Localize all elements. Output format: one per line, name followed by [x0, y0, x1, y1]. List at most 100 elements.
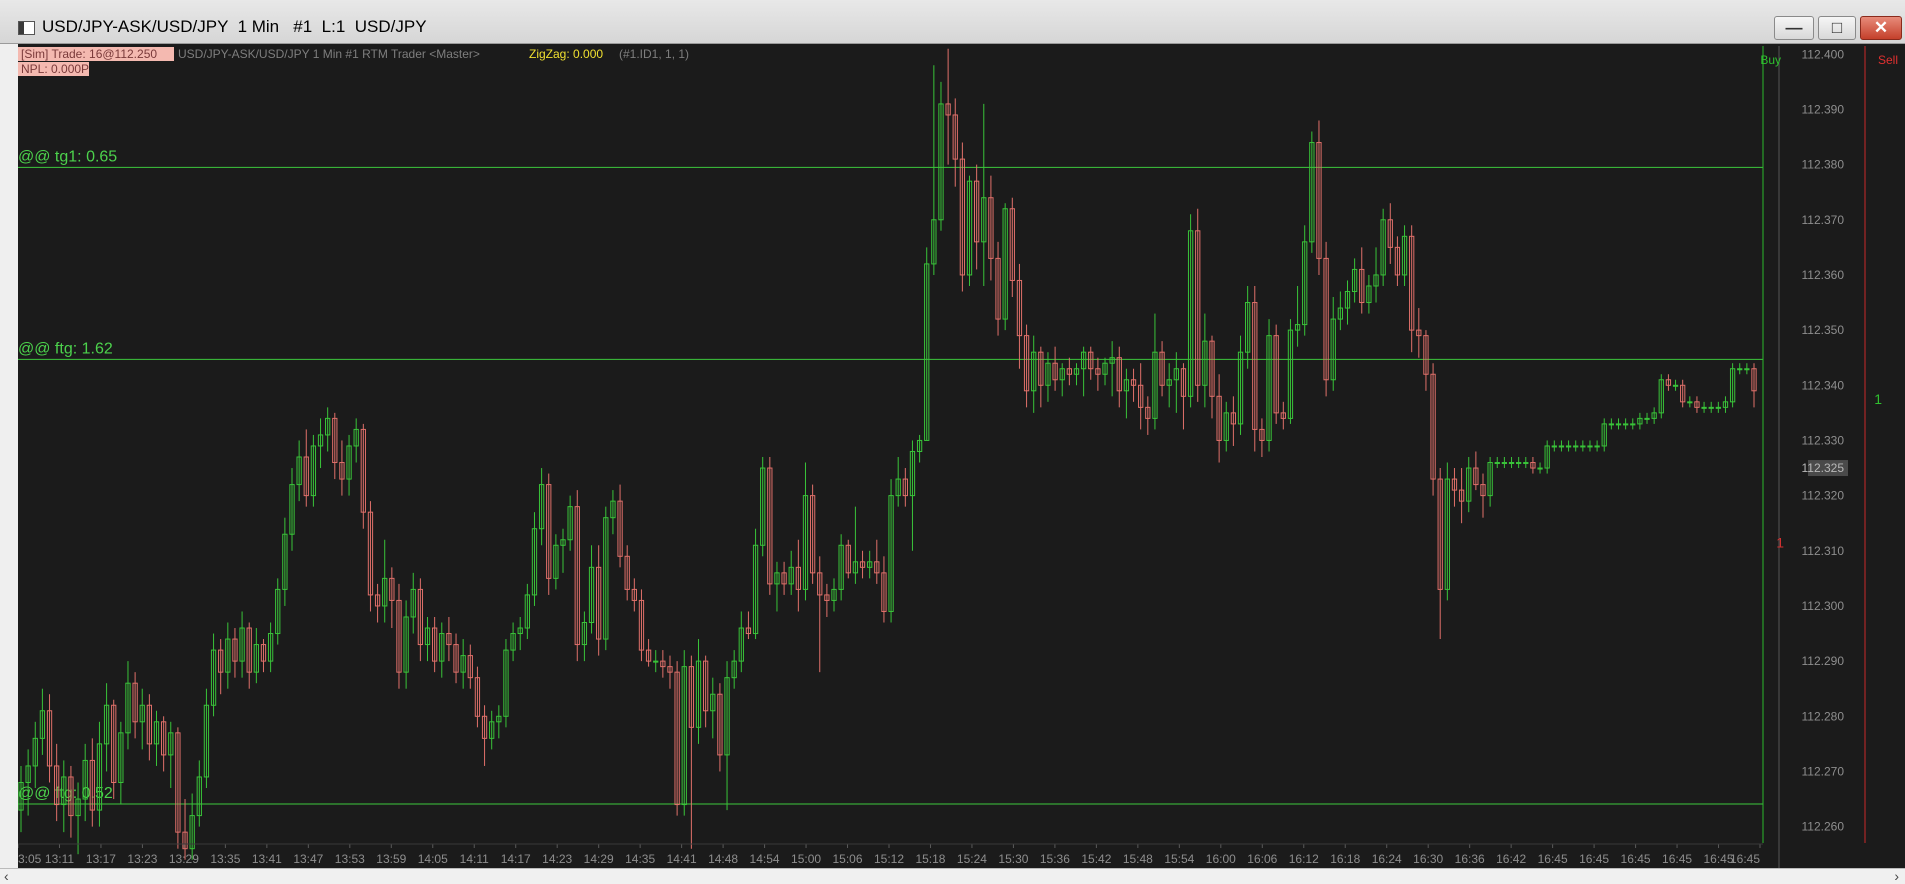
- candle-body: [1630, 423, 1636, 426]
- time-tick-label: 15:48: [1123, 852, 1153, 866]
- indicator-params: (#1.ID1, 1, 1): [619, 47, 689, 61]
- candle-body: [1615, 423, 1622, 426]
- time-tick-label: 15:36: [1040, 852, 1070, 866]
- price-axis: 112.400 112.390 112.380 112.370 112.360 112.3…: [1802, 47, 1848, 834]
- candle-body: [1501, 462, 1508, 465]
- candle-body: [1587, 445, 1593, 448]
- minimize-button[interactable]: —: [1774, 16, 1814, 40]
- zigzag-indicator: ZigZag: 0.000: [529, 47, 603, 61]
- candle-body: [1715, 406, 1721, 409]
- time-tick-label: 14:17: [501, 852, 531, 866]
- time-tick-label: 16:42: [1496, 852, 1526, 866]
- candle-body: [1523, 462, 1529, 465]
- close-icon: ✕: [1873, 18, 1889, 37]
- candle-body: [653, 660, 659, 663]
- candle-body: [1744, 368, 1750, 371]
- candle-body: [1551, 445, 1557, 448]
- price-tick-label: 112.280: [1802, 709, 1845, 723]
- time-tick-label: 13:17: [86, 852, 116, 866]
- time-tick-label: 15:12: [874, 852, 904, 866]
- window-titlebar: USD/JPY-ASK/USD/JPY 1 Min #1 L:1 USD/JPY…: [0, 0, 1905, 44]
- time-tick-label: 14:05: [418, 852, 448, 866]
- candle-body: [1672, 384, 1679, 387]
- time-tick-label: 16:12: [1289, 852, 1319, 866]
- buy-quantity[interactable]: 1: [1874, 391, 1882, 407]
- npl-text: NPL: 0.000P: [21, 62, 89, 76]
- candle-body: [1708, 406, 1714, 409]
- price-tick-label: 112.290: [1802, 654, 1845, 668]
- time-tick-label: 14:23: [542, 852, 572, 866]
- price-tick-label: 112.300: [1802, 599, 1845, 613]
- candle-body: [1508, 462, 1515, 465]
- time-tick-label: 13:59: [376, 852, 406, 866]
- candle-body: [1573, 445, 1579, 448]
- scroll-right-icon[interactable]: ›: [1894, 868, 1899, 884]
- time-tick-label: 16:45: [1621, 852, 1651, 866]
- time-tick-label: 15:06: [833, 852, 863, 866]
- sell-quantity[interactable]: 1: [1776, 535, 1784, 551]
- sim-trade-text: [Sim] Trade: 16@112.250: [21, 47, 157, 61]
- time-tick-label: 16:45: [1538, 852, 1568, 866]
- candle-body: [1687, 401, 1693, 404]
- time-tick-label: 13:41: [252, 852, 282, 866]
- time-tick-label: 16:45: [1730, 852, 1760, 866]
- time-tick-label: 16:30: [1413, 852, 1443, 866]
- level-label: @@ ftg: 1.62: [18, 340, 113, 357]
- price-tick-label: 112.390: [1802, 102, 1845, 116]
- time-tick-label: 14:54: [750, 852, 780, 866]
- price-tick-label: 112.270: [1802, 764, 1845, 778]
- price-chart[interactable]: @@ tg1: 0.65 @@ ftg: 1.62 @@ ftg: 0.52 Buy…: [17, 46, 1905, 868]
- chart-window-icon: [18, 21, 35, 35]
- candle-body: [1537, 467, 1543, 470]
- horizontal-scrollbar[interactable]: ‹ ›: [0, 868, 1905, 884]
- price-tick-label: 112.360: [1802, 268, 1845, 282]
- candle-body: [1594, 445, 1600, 448]
- time-tick-label: 13:53: [335, 852, 365, 866]
- time-tick-label: 15:18: [915, 852, 945, 866]
- price-tick-label: 112.260: [1802, 820, 1845, 834]
- time-tick-label: 16:24: [1372, 852, 1402, 866]
- price-tick-label: 112.400: [1802, 47, 1845, 61]
- time-tick-label: 15:42: [1081, 852, 1111, 866]
- maximize-icon: □: [1831, 18, 1843, 37]
- candle-body: [1580, 445, 1586, 448]
- level-label: @@ tg1: 0.65: [18, 148, 117, 165]
- buy-label[interactable]: Buy: [1760, 53, 1781, 67]
- candle-body: [1737, 368, 1743, 371]
- candle-body: [1494, 462, 1500, 465]
- candle-body: [1622, 423, 1629, 426]
- time-tick-label: 16:18: [1330, 852, 1360, 866]
- time-tick-label: 13:23: [127, 852, 157, 866]
- time-tick-label: 15:24: [957, 852, 987, 866]
- time-tick-label: 14:41: [667, 852, 697, 866]
- price-tick-label: 112.340: [1802, 378, 1845, 392]
- price-tick-label: 112.370: [1802, 213, 1845, 227]
- price-tick-label: 112.320: [1802, 489, 1845, 503]
- scroll-left-icon[interactable]: ‹: [4, 868, 9, 884]
- time-tick-label: 13:35: [210, 852, 240, 866]
- sell-label[interactable]: Sell: [1878, 53, 1898, 67]
- time-tick-label: 13:29: [169, 852, 199, 866]
- chart-area[interactable]: @@ tg1: 0.65 @@ ftg: 1.62 @@ ftg: 0.52 Buy…: [17, 46, 1905, 868]
- price-tick-label: 112.330: [1802, 433, 1845, 447]
- window-title: USD/JPY-ASK/USD/JPY 1 Min #1 L:1 USD/JPY: [42, 17, 427, 36]
- time-tick-label: 16:00: [1206, 852, 1236, 866]
- close-button[interactable]: ✕: [1860, 16, 1902, 40]
- price-tick-label: 112.350: [1802, 323, 1845, 337]
- instrument-info: USD/JPY-ASK/USD/JPY 1 Min #1 RTM Trader …: [178, 47, 480, 61]
- window-left-border: [0, 44, 18, 868]
- price-tick-label: 112.310: [1802, 544, 1845, 558]
- candle-body: [1516, 462, 1522, 465]
- time-tick-label: 16:45: [1662, 852, 1692, 866]
- maximize-button[interactable]: □: [1818, 16, 1856, 40]
- time-tick-label: 14:11: [460, 852, 489, 866]
- time-tick-label: 16:45: [1579, 852, 1609, 866]
- time-tick-label: 16:36: [1455, 852, 1485, 866]
- time-tick-label: 14:29: [584, 852, 614, 866]
- candle-body: [1701, 406, 1707, 409]
- minimize-icon: —: [1785, 18, 1803, 37]
- time-tick-label: 15:00: [791, 852, 821, 866]
- time-tick-label: 14:48: [708, 852, 738, 866]
- candle-body: [1608, 423, 1615, 426]
- candle-body: [1565, 445, 1572, 448]
